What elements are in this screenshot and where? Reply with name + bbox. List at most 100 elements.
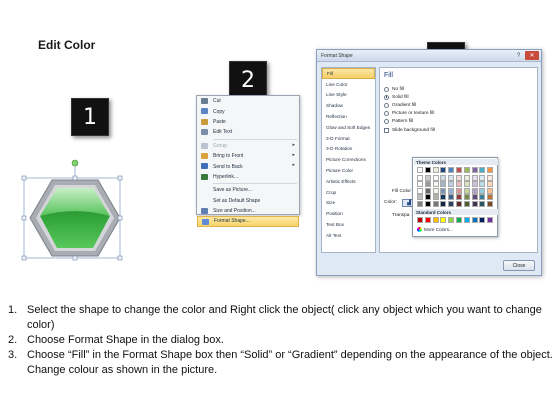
color-swatch[interactable]: [487, 187, 494, 194]
color-swatch[interactable]: [463, 194, 470, 200]
color-swatch[interactable]: [417, 167, 423, 173]
color-swatch[interactable]: [417, 194, 423, 200]
color-swatch[interactable]: [471, 167, 478, 173]
color-swatch[interactable]: [417, 217, 423, 223]
color-swatch[interactable]: [479, 167, 486, 173]
color-swatch[interactable]: [456, 194, 462, 200]
color-swatch[interactable]: [479, 181, 486, 187]
nav-item[interactable]: Reflection: [322, 111, 375, 122]
nav-item[interactable]: 3-D Format: [322, 133, 375, 144]
context-menu-item[interactable]: Edit Text: [197, 127, 299, 137]
context-menu-item[interactable]: Format Shape...: [197, 216, 299, 227]
radio-button[interactable]: [384, 119, 389, 125]
color-swatch[interactable]: [456, 174, 462, 181]
color-swatch[interactable]: [456, 187, 462, 194]
color-swatch[interactable]: [440, 187, 447, 194]
color-swatch[interactable]: [432, 217, 439, 223]
context-menu-item[interactable]: Set as Default Shape: [197, 196, 299, 206]
color-swatch[interactable]: [432, 181, 439, 187]
color-swatch[interactable]: [479, 217, 486, 223]
color-swatch[interactable]: [448, 200, 455, 207]
context-menu-item[interactable]: Hyperlink...: [197, 172, 299, 182]
close-button[interactable]: Close: [503, 260, 535, 271]
color-swatch[interactable]: [448, 181, 455, 187]
color-swatch[interactable]: [440, 174, 447, 181]
color-swatch[interactable]: [440, 194, 447, 200]
color-swatch[interactable]: [471, 200, 478, 207]
fill-option-radio[interactable]: Gradient fill: [384, 101, 416, 109]
color-swatch[interactable]: [463, 167, 470, 173]
nav-item[interactable]: Alt Text: [322, 230, 375, 241]
color-swatch[interactable]: [487, 167, 494, 173]
context-menu-item[interactable]: Cut: [197, 96, 299, 106]
color-swatch[interactable]: [479, 200, 486, 207]
nav-item[interactable]: Shadow: [322, 100, 375, 111]
color-swatch[interactable]: [487, 200, 494, 207]
color-swatch[interactable]: [463, 174, 470, 181]
resize-handle[interactable]: [72, 255, 78, 261]
color-swatch[interactable]: [432, 200, 439, 207]
context-menu-item[interactable]: Size and Position...: [197, 206, 299, 216]
nav-item[interactable]: Line Color: [322, 79, 375, 90]
color-swatch[interactable]: [456, 200, 462, 207]
resize-handle[interactable]: [21, 215, 27, 221]
nav-item[interactable]: Fill: [322, 68, 375, 79]
checkbox[interactable]: [384, 127, 389, 133]
color-swatch[interactable]: [432, 167, 439, 173]
resize-handle[interactable]: [21, 255, 27, 261]
color-swatch[interactable]: [440, 167, 447, 173]
color-swatch[interactable]: [471, 194, 478, 200]
color-swatch[interactable]: [463, 187, 470, 194]
resize-handle[interactable]: [72, 175, 78, 181]
color-swatch[interactable]: [456, 217, 462, 223]
color-swatch[interactable]: [479, 174, 486, 181]
color-swatch[interactable]: [471, 187, 478, 194]
color-swatch[interactable]: [432, 187, 439, 194]
color-swatch[interactable]: [440, 200, 447, 207]
close-icon[interactable]: ✕: [525, 51, 539, 60]
resize-handle[interactable]: [117, 175, 123, 181]
radio-button[interactable]: [384, 102, 389, 108]
radio-button[interactable]: [384, 94, 389, 100]
color-swatch[interactable]: [487, 194, 494, 200]
color-swatch[interactable]: [424, 181, 431, 187]
color-swatch[interactable]: [487, 181, 494, 187]
nav-item[interactable]: Glow and Soft Edges: [322, 122, 375, 133]
resize-handle[interactable]: [21, 175, 27, 181]
color-swatch[interactable]: [440, 181, 447, 187]
color-swatch[interactable]: [479, 187, 486, 194]
resize-handle[interactable]: [117, 255, 123, 261]
color-swatch[interactable]: [424, 174, 431, 181]
fill-option-radio[interactable]: Picture or texture fill: [384, 110, 434, 118]
radio-button[interactable]: [384, 111, 389, 117]
context-menu-item[interactable]: Paste: [197, 117, 299, 127]
color-swatch[interactable]: [424, 217, 431, 223]
nav-item[interactable]: Size: [322, 198, 375, 209]
color-swatch[interactable]: [424, 167, 431, 173]
rotation-handle[interactable]: [71, 159, 79, 167]
color-swatch[interactable]: [440, 217, 447, 223]
color-swatch[interactable]: [448, 194, 455, 200]
nav-item[interactable]: Position: [322, 208, 375, 219]
color-swatch[interactable]: [424, 200, 431, 207]
nav-item[interactable]: Line Style: [322, 90, 375, 101]
context-menu-item[interactable]: Copy: [197, 106, 299, 116]
fill-option-radio[interactable]: No fill: [384, 85, 404, 93]
color-swatch[interactable]: [448, 217, 455, 223]
more-colors-item[interactable]: More Colors...: [417, 227, 453, 232]
color-swatch[interactable]: [417, 174, 423, 181]
context-menu-item[interactable]: Send to Back ▸: [197, 161, 299, 171]
color-swatch[interactable]: [471, 217, 478, 223]
color-swatch[interactable]: [463, 217, 470, 223]
nav-item[interactable]: Picture Corrections: [322, 154, 375, 165]
selected-shape[interactable]: [20, 158, 130, 268]
help-icon[interactable]: ?: [514, 51, 523, 60]
color-swatch[interactable]: [456, 181, 462, 187]
nav-item[interactable]: 3-D Rotation: [322, 144, 375, 155]
color-swatch[interactable]: [463, 200, 470, 207]
radio-button[interactable]: [384, 86, 389, 92]
context-menu-item[interactable]: Bring to Front ▸: [197, 151, 299, 161]
color-swatch[interactable]: [432, 194, 439, 200]
resize-handle[interactable]: [117, 215, 123, 221]
color-swatch[interactable]: [424, 194, 431, 200]
